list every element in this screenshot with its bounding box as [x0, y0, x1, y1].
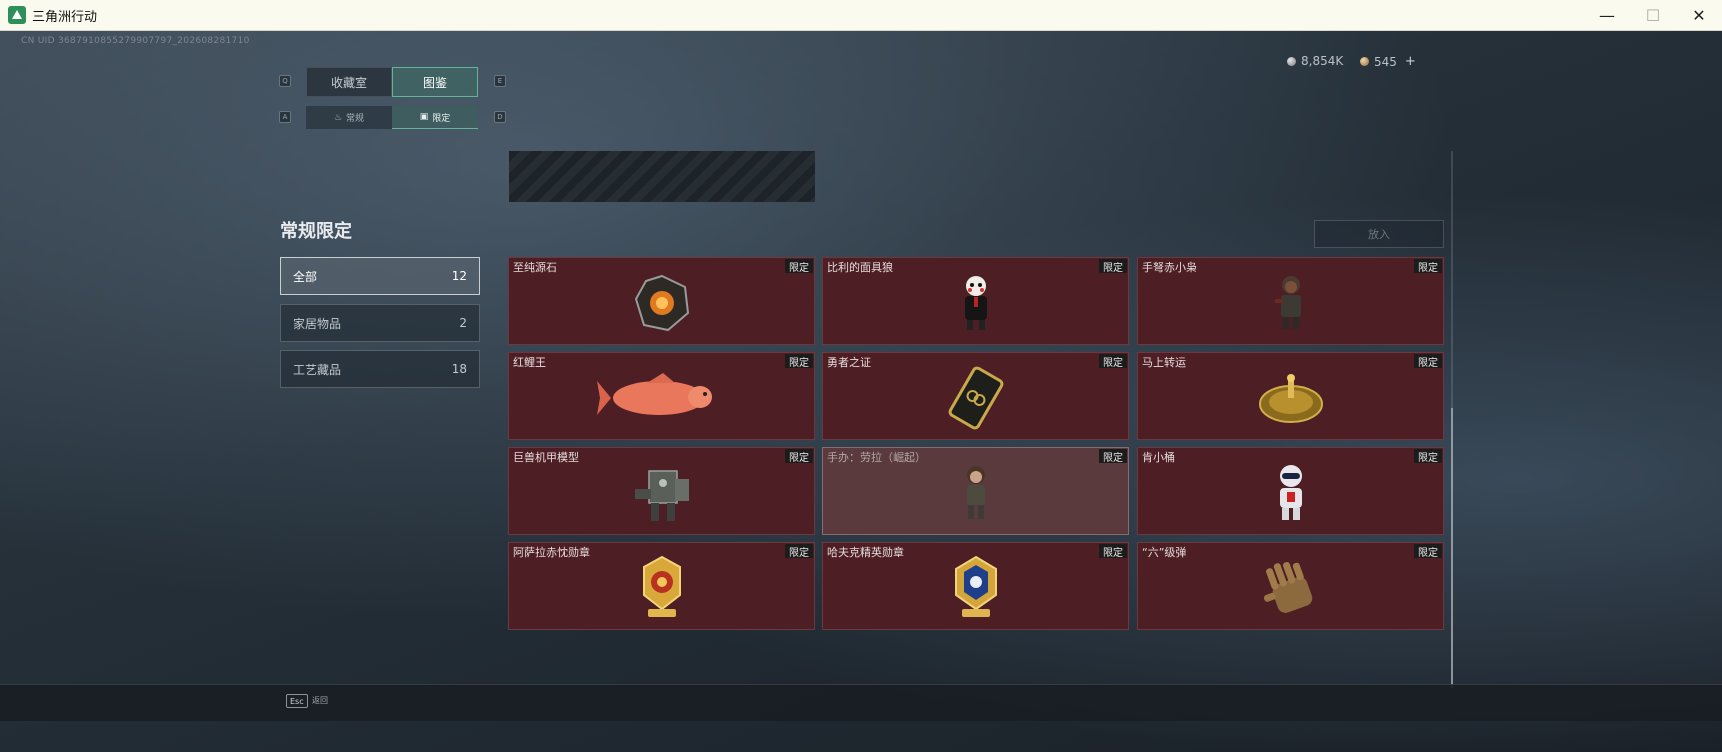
uid-text: CN UID 3687910855279907797_202608281710 [21, 36, 250, 46]
category-banner [508, 151, 815, 202]
medal-red-icon [642, 555, 681, 617]
limited-badge: 限定 [1414, 354, 1442, 369]
silver-currency: 8,854K [1287, 54, 1343, 68]
puppet-icon [964, 275, 987, 330]
esc-key-hint[interactable]: Esc [286, 694, 308, 708]
glove-icon [1263, 561, 1312, 613]
item-name: 阿萨拉赤忱勋章 [513, 546, 590, 559]
panel-title: 常规限定 [280, 221, 352, 242]
item-card[interactable]: 手办：劳拉（崛起） 限定 [822, 447, 1129, 535]
item-card[interactable]: 肯小桶 限定 [1137, 447, 1444, 535]
key-hint-d: D [494, 111, 506, 123]
tab-codex[interactable]: 图鉴 [392, 67, 478, 97]
picture-icon: ▣ [419, 112, 429, 122]
limited-badge: 限定 [1414, 544, 1442, 559]
limited-badge: 限定 [785, 354, 813, 369]
category-count: 2 [459, 316, 467, 330]
key-hint-a: A [279, 111, 291, 123]
close-button[interactable]: ✕ [1676, 0, 1722, 31]
item-card[interactable]: 勇者之证 限定 [822, 352, 1129, 440]
category-count: 18 [451, 362, 467, 376]
item-name: 至纯源石 [513, 261, 557, 274]
window-titlebar: 三角洲行动 — ☐ ✕ [0, 0, 1722, 31]
key-hint-e: E [494, 75, 506, 87]
mech-icon [634, 469, 689, 521]
item-name: 红鲤王 [513, 356, 546, 369]
item-card[interactable]: 马上转运 限定 [1137, 352, 1444, 440]
limited-badge: 限定 [1414, 259, 1442, 274]
category-crafts[interactable]: 工艺藏品 18 [280, 350, 480, 388]
game-viewport: CN UID 3687910855279907797_202608281710 … [0, 31, 1722, 752]
subtab-limited[interactable]: ▣ 限定 [392, 106, 478, 129]
gold-amount: 545 [1374, 54, 1397, 69]
main-tabs: 收藏室 图鉴 [306, 67, 478, 97]
category-label: 家居物品 [293, 316, 342, 331]
item-card[interactable]: 至纯源石 限定 [508, 257, 815, 345]
window-controls: — ☐ ✕ [1584, 0, 1722, 31]
add-currency-button[interactable]: + [1405, 54, 1416, 69]
limited-badge: 限定 [1414, 449, 1442, 464]
category-count: 12 [451, 269, 467, 283]
limited-badge: 限定 [1099, 544, 1127, 559]
category-home-items[interactable]: 家居物品 2 [280, 304, 480, 342]
subtab-regular[interactable]: ♨ 常规 [306, 106, 392, 129]
category-label: 全部 [293, 269, 318, 284]
item-name: 肯小桶 [1142, 451, 1175, 464]
back-label: 返回 [312, 696, 328, 705]
app-logo-icon [8, 6, 26, 24]
tab-collection-room[interactable]: 收藏室 [306, 67, 392, 97]
subtab-limited-label: 限定 [432, 113, 451, 124]
item-card[interactable]: 巨兽机甲模型 限定 [508, 447, 815, 535]
limited-badge: 限定 [1099, 259, 1127, 274]
item-card[interactable]: 哈夫克精英勋章 限定 [822, 542, 1129, 630]
category-label: 工艺藏品 [293, 362, 342, 377]
robot-icon [1279, 464, 1302, 520]
item-name: 勇者之证 [827, 356, 871, 369]
item-name: 巨兽机甲模型 [513, 451, 579, 464]
item-name: 哈夫克精英勋章 [827, 546, 904, 559]
subtab-regular-label: 常规 [346, 114, 365, 124]
item-name: 手弩赤小枭 [1142, 261, 1197, 274]
limited-badge: 限定 [785, 259, 813, 274]
medal-blue-icon [954, 555, 997, 617]
item-card[interactable]: 阿萨拉赤忱勋章 限定 [508, 542, 815, 630]
sub-tabs: ♨ 常规 ▣ 限定 [306, 106, 478, 129]
item-card[interactable]: 比利的面具狼 限定 [822, 257, 1129, 345]
item-name: 马上转运 [1142, 356, 1186, 369]
key-hint-q: Q [279, 75, 291, 87]
silver-coin-icon [1287, 56, 1296, 66]
item-name: 手办：劳拉（崛起） [827, 451, 926, 464]
gold-currency: 545 + [1360, 54, 1416, 69]
scrollbar-thumb[interactable] [1451, 408, 1453, 688]
figure-icon [1274, 275, 1301, 329]
limited-badge: 限定 [785, 544, 813, 559]
limited-badge: 限定 [785, 449, 813, 464]
fish-icon [596, 372, 712, 415]
maximize-button[interactable]: ☐ [1630, 0, 1676, 31]
flame-icon: ♨ [333, 112, 343, 123]
item-card[interactable]: 红鲤王 限定 [508, 352, 815, 440]
item-card[interactable]: 手弩赤小枭 限定 [1137, 257, 1444, 345]
category-all[interactable]: 全部 12 [280, 257, 480, 295]
gem-icon [634, 274, 689, 331]
bottom-bar [0, 684, 1722, 721]
card-icon [948, 366, 1003, 430]
item-name: 比利的面具狼 [827, 261, 893, 274]
item-card[interactable]: “六”级弹 限定 [1137, 542, 1444, 630]
figurine-icon [966, 465, 985, 519]
item-name: “六”级弹 [1142, 546, 1187, 559]
gold-coin-icon [1360, 57, 1369, 66]
compass-icon [1258, 373, 1323, 423]
silver-amount: 8,854K [1301, 54, 1344, 68]
place-button[interactable]: 放入 [1314, 220, 1444, 248]
limited-badge: 限定 [1099, 354, 1127, 369]
limited-badge: 限定 [1099, 449, 1127, 464]
window-title: 三角洲行动 [32, 9, 98, 25]
minimize-button[interactable]: — [1584, 0, 1630, 31]
